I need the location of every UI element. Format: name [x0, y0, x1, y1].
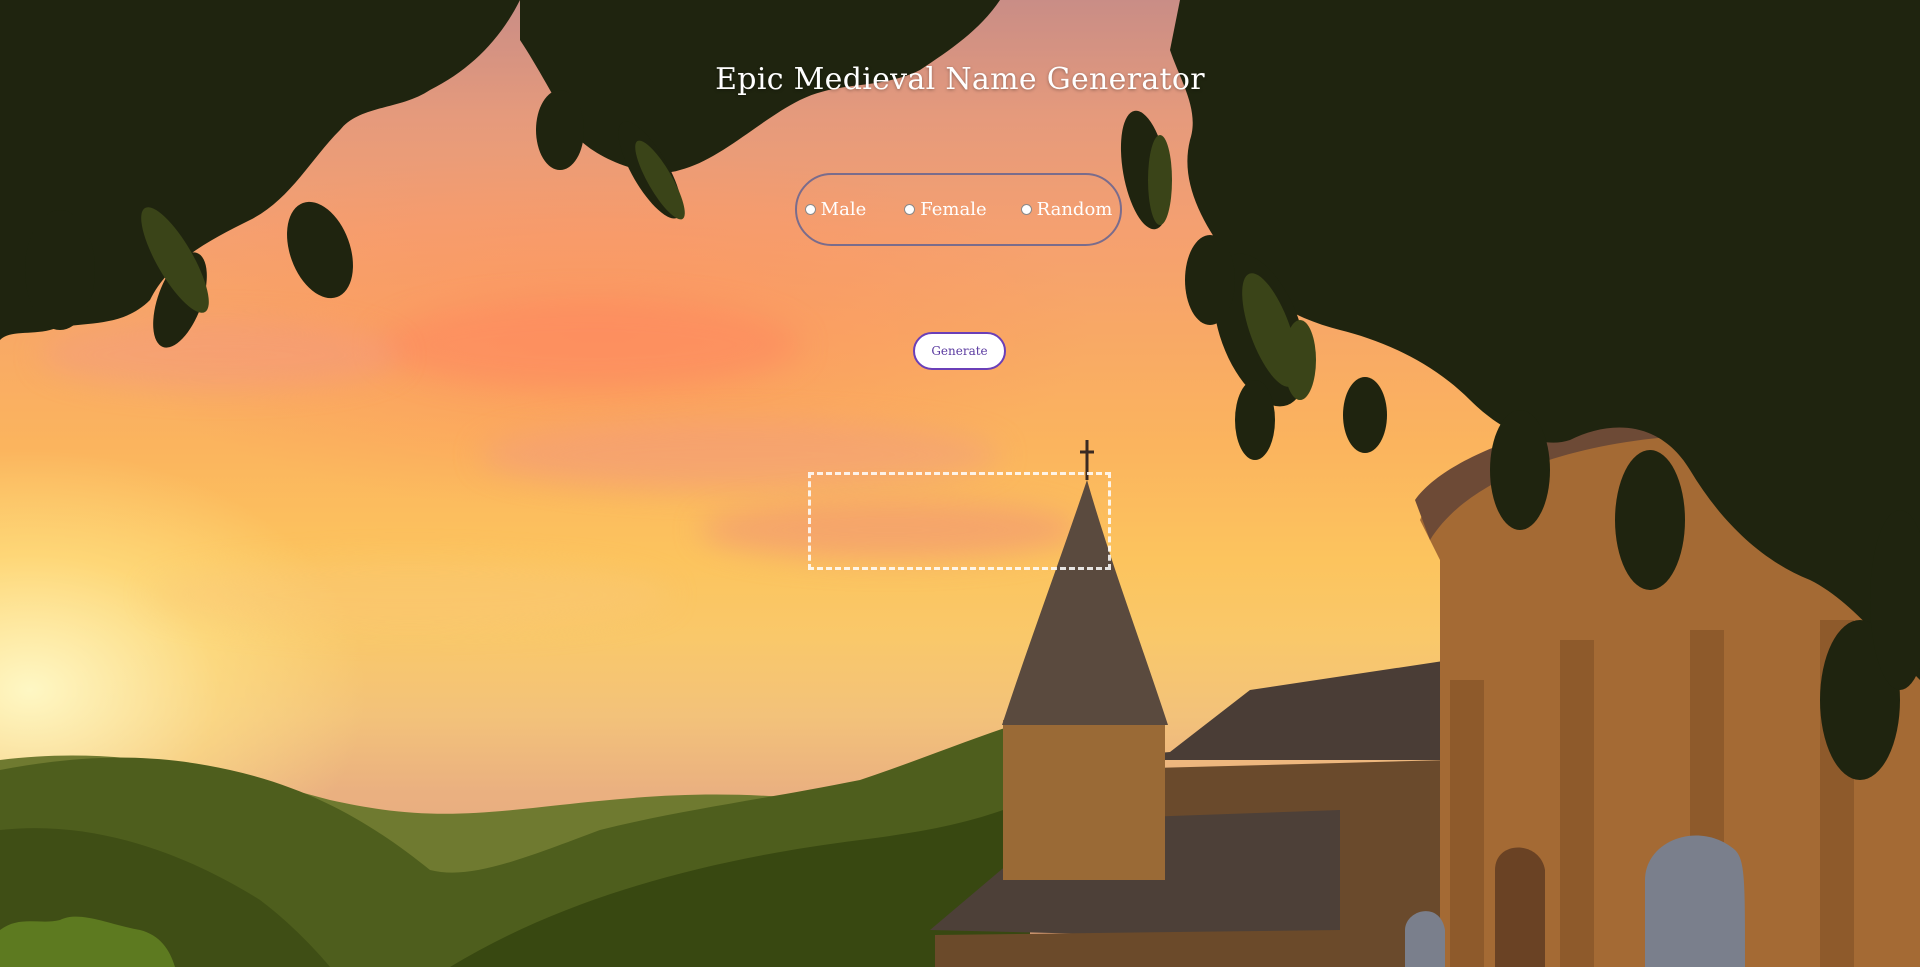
radio-option-male[interactable]: Male: [804, 199, 867, 220]
lower-wall: [935, 930, 1340, 967]
name-result-box: [808, 472, 1111, 570]
window: [1645, 835, 1745, 967]
gender-radio-group: Male Female Random: [795, 173, 1122, 246]
radio-option-random[interactable]: Random: [1020, 199, 1113, 220]
radio-option-female[interactable]: Female: [904, 199, 987, 220]
radio-label-female: Female: [920, 199, 987, 220]
generated-name-text: [811, 475, 1108, 567]
radio-button-icon[interactable]: [904, 204, 916, 215]
generate-button[interactable]: Generate: [913, 332, 1006, 370]
radio-label-male: Male: [820, 199, 867, 220]
radio-button-icon[interactable]: [1020, 204, 1032, 215]
radio-button-icon[interactable]: [804, 204, 816, 215]
tower-body: [1003, 720, 1165, 880]
radio-label-random: Random: [1036, 199, 1113, 220]
page-title: Epic Medieval Name Generator: [715, 62, 1205, 97]
